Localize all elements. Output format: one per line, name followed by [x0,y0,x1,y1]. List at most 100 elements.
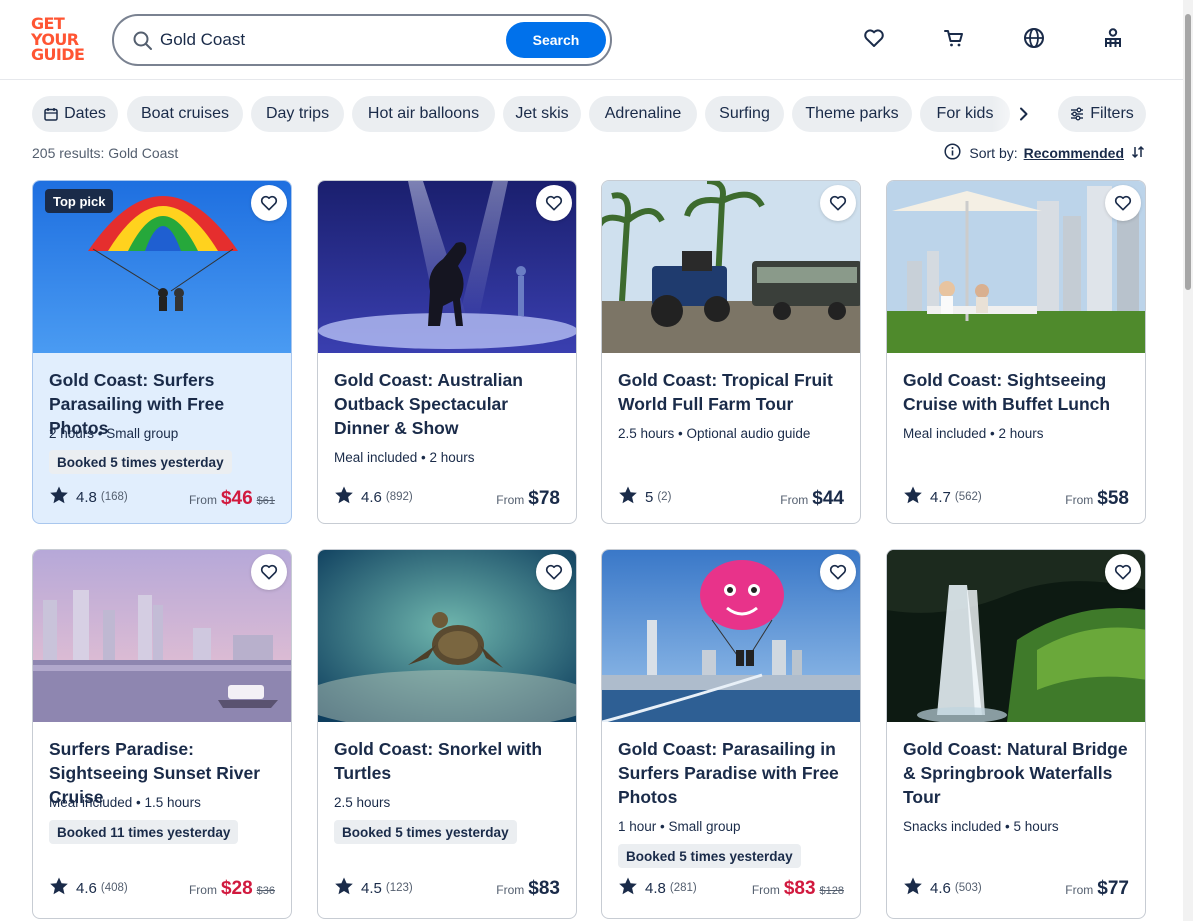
sort-arrows-icon[interactable] [1130,144,1146,163]
profile-icon[interactable] [1099,24,1127,52]
rating: 5 (2) [618,485,671,509]
activity-meta: 1 hour • Small group [618,819,741,834]
original-price: $128 [819,885,844,897]
chip-adrenaline[interactable]: Adrenaline [589,96,697,132]
wishlist-heart-icon[interactable] [820,554,856,590]
price-amount: $78 [528,488,560,509]
price-from-label: From [1065,493,1094,507]
rating-score: 5 [645,488,654,506]
globe-icon[interactable] [1020,24,1048,52]
activity-card[interactable]: Surfers Paradise: Sightseeing Sunset Riv… [32,549,292,919]
chip-day-trips[interactable]: Day trips [251,96,344,132]
booked-badge: Booked 11 times yesterday [49,820,239,844]
search-icon [132,30,154,52]
price: From $44 [780,488,844,510]
search-button[interactable]: Search [506,22,606,58]
sort-control[interactable]: Sort by: Recommended [944,143,1146,163]
filters-label: Filters [1090,105,1134,122]
price-amount: $58 [1097,488,1129,509]
cart-icon[interactable] [940,24,968,52]
star-icon [618,876,638,900]
price-amount: $77 [1097,878,1129,899]
price: From $28 $36 [189,878,275,900]
wishlist-heart-icon[interactable] [251,185,287,221]
rating-score: 4.7 [930,488,951,506]
sliders-icon [1070,107,1084,121]
activity-title[interactable]: Gold Coast: Australian Outback Spectacul… [334,368,566,440]
scrollbar-thumb[interactable] [1185,14,1191,290]
info-icon[interactable] [944,143,961,163]
chip-jet-skis[interactable]: Jet skis [503,96,581,132]
getyourguide-logo[interactable]: GET YOUR GUIDE [31,16,91,64]
search-bar: Search [112,14,612,66]
sort-value[interactable]: Recommended [1024,145,1124,161]
star-icon [334,485,354,509]
activity-card[interactable]: Top pick Gold Coast: Surfers Parasailing… [32,180,292,524]
chip-label: Boat cruises [140,105,230,122]
chevron-right-icon[interactable] [1012,96,1036,132]
activity-title[interactable]: Gold Coast: Parasailing in Surfers Parad… [618,737,850,809]
price: From $58 [1065,488,1129,510]
price: From $83 [496,878,560,900]
review-count: (123) [385,882,413,894]
activity-card[interactable]: Gold Coast: Parasailing in Surfers Parad… [601,549,861,919]
booked-badge: Booked 5 times yesterday [334,820,517,844]
rating-score: 4.6 [76,879,97,897]
rating-score: 4.6 [930,879,951,897]
filters-button[interactable]: Filters [1058,96,1146,132]
chip-label: For kids [936,105,994,122]
price-from-label: From [1065,883,1094,897]
price: From $46 $61 [189,488,275,510]
price-amount: $28 [220,878,253,899]
activity-card[interactable]: Gold Coast: Tropical Fruit World Full Fa… [601,180,861,524]
activity-meta: Snacks included • 5 hours [903,819,1059,834]
wishlist-heart-icon[interactable] [536,554,572,590]
activity-card[interactable]: Gold Coast: Snorkel with Turtles 2.5 hou… [317,549,577,919]
wishlist-heart-icon[interactable] [820,185,856,221]
chip-label: Adrenaline [604,105,682,122]
star-icon [903,485,923,509]
review-count: (892) [385,491,413,503]
calendar-icon [44,107,58,121]
chip-surfing[interactable]: Surfing [705,96,784,132]
price-amount: $83 [783,878,816,899]
wishlist-heart-icon[interactable] [1105,185,1141,221]
activity-title[interactable]: Gold Coast: Sightseeing Cruise with Buff… [903,368,1135,416]
star-icon [618,485,638,509]
rating-score: 4.5 [361,879,382,897]
wishlist-heart-icon[interactable] [536,185,572,221]
star-icon [49,485,69,509]
review-count: (503) [954,882,982,894]
chip-label: Surfing [719,105,770,122]
chip-theme-parks[interactable]: Theme parks [792,96,912,132]
page-scrollbar[interactable] [1183,0,1193,921]
activity-card[interactable]: Gold Coast: Sightseeing Cruise with Buff… [886,180,1146,524]
price: From $78 [496,488,560,510]
sort-label: Sort by: [969,145,1018,161]
booked-badge: Booked 5 times yesterday [49,450,232,474]
rating: 4.8 (281) [618,876,697,900]
price-from-label: From [780,493,809,507]
rating: 4.6 (892) [334,485,413,509]
wishlist-heart-icon[interactable] [251,554,287,590]
price: From $77 [1065,878,1129,900]
top-pick-badge: Top pick [45,189,114,213]
price-from-label: From [496,493,525,507]
price-from-label: From [188,883,217,897]
wishlist-heart-icon[interactable] [860,24,888,52]
activity-meta: Meal included • 2 hours [903,426,1044,441]
chip-label: Hot air balloons [367,105,480,122]
search-input[interactable] [160,26,490,54]
chip-dates[interactable]: Dates [32,96,118,132]
activity-title[interactable]: Gold Coast: Tropical Fruit World Full Fa… [618,368,850,416]
rating-score: 4.8 [76,488,97,506]
wishlist-heart-icon[interactable] [1105,554,1141,590]
chip-hot-air-balloons[interactable]: Hot air balloons [352,96,495,132]
chip-boat-cruises[interactable]: Boat cruises [127,96,243,132]
activity-card[interactable]: Gold Coast: Australian Outback Spectacul… [317,180,577,524]
price-from-label: From [751,883,780,897]
activity-title[interactable]: Gold Coast: Snorkel with Turtles [334,737,566,785]
activity-card[interactable]: Gold Coast: Natural Bridge & Springbrook… [886,549,1146,919]
activity-title[interactable]: Gold Coast: Natural Bridge & Springbrook… [903,737,1135,809]
star-icon [49,876,69,900]
